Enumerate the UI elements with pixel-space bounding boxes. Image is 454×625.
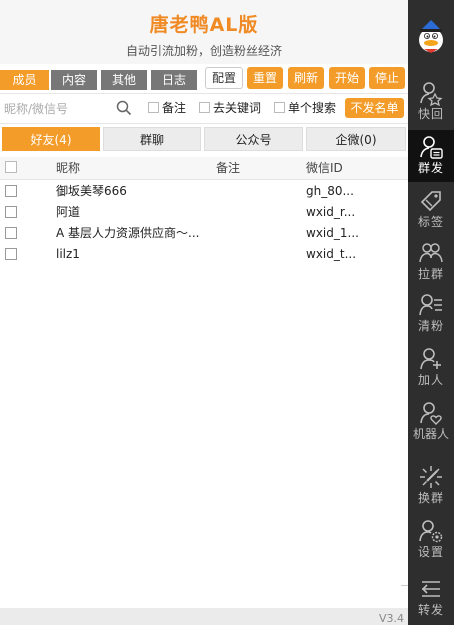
sidebar-item-label: 机器人 — [412, 427, 449, 441]
pull-group-icon — [419, 243, 443, 263]
main-panel: 唐老鸭AL版 自动引流加粉，创造粉丝经济 成员 内容 其他 日志 配置 重置 刷… — [0, 0, 408, 625]
select-all-checkbox[interactable] — [5, 161, 17, 173]
column-nickname[interactable]: 昵称 — [56, 159, 80, 177]
mass-send-icon — [420, 136, 443, 159]
row-checkbox[interactable] — [5, 185, 17, 197]
note-checkbox[interactable] — [148, 102, 159, 113]
sidebar-item-label: 设置 — [417, 545, 444, 559]
switch-group-icon — [420, 466, 442, 488]
remove-keyword-checkbox[interactable] — [199, 102, 210, 113]
search-input[interactable]: 昵称/微信号 — [4, 100, 134, 118]
table-row[interactable]: lilz1 wxid_t... — [0, 244, 408, 264]
table-row[interactable]: A 基层人力资源供应商～... wxid_1... — [0, 223, 408, 243]
tag-icon — [420, 191, 441, 212]
cell-nickname: 御坂美琴666 — [56, 184, 127, 198]
divider — [0, 93, 408, 94]
scrollbar[interactable] — [401, 585, 408, 586]
row-checkbox[interactable] — [5, 206, 17, 218]
forward-icon — [421, 581, 440, 597]
category-groups[interactable]: 群聊 — [103, 127, 201, 151]
search-row: 昵称/微信号 备注 去关键词 单个搜索 不发名单 — [0, 96, 408, 122]
category-tabs: 好友(4) 群聊 公众号 企微(0) — [2, 127, 406, 153]
sidebar-item-mass-send[interactable]: 群发 — [408, 130, 454, 182]
category-official-accounts[interactable]: 公众号 — [204, 127, 303, 151]
cell-wxid: wxid_r... — [306, 205, 356, 219]
config-button[interactable]: 配置 — [205, 67, 243, 89]
category-friends[interactable]: 好友(4) — [2, 127, 100, 151]
sidebar-item-label: 清粉 — [417, 319, 444, 333]
tab-content[interactable]: 内容 — [51, 70, 97, 90]
sidebar-item-label: 快回 — [417, 107, 444, 121]
version-label: V3.4 — [378, 612, 404, 625]
sidebar-item-clean-fans[interactable]: 清粉 — [408, 288, 454, 340]
sidebar: 快回 群发 标签 拉群 清粉 加人 机器人 换群 设置 转发 — [408, 0, 454, 625]
clean-fans-icon — [419, 294, 442, 316]
sidebar-item-forward[interactable]: 转发 — [408, 572, 454, 624]
cell-wxid: wxid_1... — [306, 226, 359, 240]
sidebar-item-settings[interactable]: 设置 — [408, 514, 454, 566]
refresh-button[interactable]: 刷新 — [288, 67, 324, 89]
sidebar-item-label: 转发 — [417, 603, 444, 617]
cell-wxid: gh_80... — [306, 184, 354, 198]
cell-wxid: wxid_t... — [306, 247, 357, 261]
robot-icon — [420, 402, 442, 425]
stop-button[interactable]: 停止 — [369, 67, 405, 89]
sidebar-item-add-person[interactable]: 加人 — [408, 342, 454, 394]
cell-nickname: A 基层人力资源供应商～... — [56, 226, 200, 240]
single-search-label: 单个搜索 — [288, 101, 337, 115]
app-title: 唐老鸭AL版 — [149, 14, 259, 36]
note-label: 备注 — [162, 101, 187, 115]
tab-members[interactable]: 成员 — [0, 70, 49, 90]
divider — [0, 123, 408, 124]
start-button[interactable]: 开始 — [329, 67, 365, 89]
table-header: 昵称 备注 微信ID — [0, 157, 408, 180]
duck-logo-icon — [419, 20, 443, 53]
sidebar-item-label: 换群 — [417, 491, 444, 505]
sidebar-item-tag[interactable]: 标签 — [408, 184, 454, 236]
settings-icon — [419, 520, 443, 543]
quick-reply-icon — [420, 82, 443, 106]
sidebar-item-label: 加人 — [417, 373, 444, 387]
sidebar-item-robot[interactable]: 机器人 — [408, 396, 454, 448]
sidebar-item-switch-group[interactable]: 换群 — [408, 460, 454, 512]
header: 唐老鸭AL版 自动引流加粉，创造粉丝经济 — [0, 0, 408, 64]
app-subtitle: 自动引流加粉，创造粉丝经济 — [125, 44, 282, 58]
table-row[interactable]: 御坂美琴666 gh_80... — [0, 181, 408, 201]
tab-other[interactable]: 其他 — [101, 70, 147, 90]
row-checkbox[interactable] — [5, 227, 17, 239]
sidebar-item-quick-reply[interactable]: 快回 — [408, 76, 454, 128]
search-icon[interactable] — [116, 100, 132, 116]
single-search-checkbox[interactable] — [274, 102, 285, 113]
footer: V3.4 — [0, 608, 408, 625]
table-row[interactable]: 阿道 wxid_r... — [0, 202, 408, 222]
category-wecom[interactable]: 企微(0) — [306, 127, 406, 151]
sidebar-item-label: 拉群 — [417, 267, 444, 281]
row-checkbox[interactable] — [5, 248, 17, 260]
tab-log[interactable]: 日志 — [151, 70, 197, 90]
sidebar-item-pull-group[interactable]: 拉群 — [408, 236, 454, 288]
reset-button[interactable]: 重置 — [247, 67, 283, 89]
sidebar-item-label: 群发 — [417, 161, 444, 175]
cell-nickname: lilz1 — [56, 247, 80, 261]
add-person-icon — [420, 348, 441, 370]
sidebar-item-label: 标签 — [417, 215, 444, 229]
column-wxid[interactable]: 微信ID — [306, 159, 343, 177]
cell-nickname: 阿道 — [56, 205, 81, 219]
remove-keyword-label: 去关键词 — [213, 101, 262, 115]
column-remark[interactable]: 备注 — [216, 159, 240, 177]
no-send-list-button[interactable]: 不发名单 — [345, 98, 404, 118]
top-toolbar: 成员 内容 其他 日志 配置 重置 刷新 开始 停止 — [0, 67, 408, 91]
